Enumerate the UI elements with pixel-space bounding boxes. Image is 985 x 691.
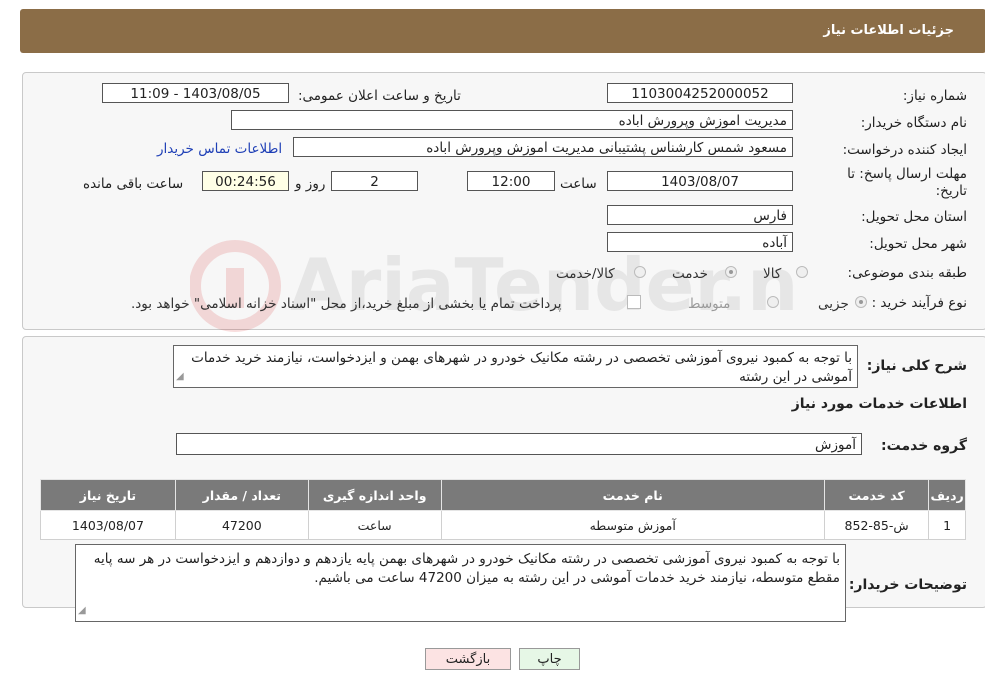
deadline-time-label: ساعت <box>560 176 597 192</box>
announce-datetime-field[interactable]: 1403/08/05 - 11:09 <box>102 83 289 103</box>
buyer-notes-label: توضیحات خریدار: <box>848 577 967 593</box>
summary-label: شرح کلی نیاز: <box>866 358 967 374</box>
page-header: جزئیات اطلاعات نیاز <box>20 9 985 53</box>
creator-field[interactable]: مسعود شمس کارشناس پشتیبانی مدیریت اموزش … <box>293 137 793 157</box>
province-label: استان محل تحویل: <box>861 209 967 225</box>
city-label: شهر محل تحویل: <box>869 236 967 252</box>
creator-label: ایجاد کننده درخواست: <box>842 142 967 158</box>
services-section-title: اطلاعات خدمات مورد نیاز <box>791 396 967 412</box>
city-field[interactable]: آباده <box>607 232 793 252</box>
process-medium-radio[interactable] <box>767 296 779 308</box>
time-remaining-field[interactable]: 00:24:56 <box>202 171 289 191</box>
category-label: طبقه بندی موضوعی: <box>847 265 967 281</box>
summary-textarea[interactable]: با توجه به کمبود نیروی آموزشی تخصصی در ر… <box>173 345 858 388</box>
resize-grip-icon[interactable]: ◢ <box>176 367 184 386</box>
category-service-label: خدمت <box>672 266 708 282</box>
cell-service-name: آموزش متوسطه <box>440 510 825 540</box>
cell-unit: ساعت <box>307 510 442 540</box>
col-header-quantity: تعداد / مقدار <box>174 479 309 511</box>
col-header-service-name: نام خدمت <box>440 479 825 511</box>
category-goods-service-radio[interactable] <box>634 266 646 278</box>
deadline-time-field[interactable]: 12:00 <box>467 171 555 191</box>
category-service-radio[interactable] <box>725 266 737 278</box>
buyer-notes-textarea[interactable]: با توجه به کمبود نیروی آموزشی تخصصی در ر… <box>75 544 846 622</box>
category-goods-label: کالا <box>763 266 782 282</box>
print-button[interactable]: چاپ <box>519 648 580 670</box>
buyer-contact-link[interactable]: اطلاعات تماس خریدار <box>157 141 282 157</box>
back-button[interactable]: بازگشت <box>425 648 511 670</box>
service-group-label: گروه خدمت: <box>881 438 967 454</box>
page-title: جزئیات اطلاعات نیاز <box>823 23 954 38</box>
need-number-field[interactable]: 1103004252000052 <box>607 83 793 103</box>
col-header-row-number: ردیف <box>928 479 966 511</box>
category-goods-radio[interactable] <box>796 266 808 278</box>
time-remaining-label: ساعت باقی مانده <box>83 176 184 192</box>
treasury-payment-note: پرداخت تمام یا بخشی از مبلغ خرید،از محل … <box>131 296 562 312</box>
deadline-label-line2: تاریخ: <box>935 183 967 199</box>
announce-datetime-label: تاریخ و ساعت اعلان عمومی: <box>298 88 461 104</box>
cell-service-code: ش-85-852 <box>823 510 930 540</box>
days-remaining-field[interactable]: 2 <box>331 171 418 191</box>
deadline-label-line1: مهلت ارسال پاسخ: تا <box>847 166 967 182</box>
col-header-unit: واحد اندازه گیری <box>307 479 442 511</box>
col-header-need-date: تاریخ نیاز <box>40 479 176 511</box>
table-header-row: ردیف کد خدمت نام خدمت واحد اندازه گیری ت… <box>40 479 966 511</box>
col-header-service-code: کد خدمت <box>823 479 930 511</box>
buyer-notes-text: با توجه به کمبود نیروی آموزشی تخصصی در ر… <box>93 551 840 586</box>
summary-text: با توجه به کمبود نیروی آموزشی تخصصی در ر… <box>191 350 852 385</box>
watermark-text: AriaTender.neT <box>290 243 800 327</box>
process-partial-radio[interactable] <box>855 296 867 308</box>
province-field[interactable]: فارس <box>607 205 793 225</box>
cell-need-date: 1403/08/07 <box>40 510 176 540</box>
process-medium-label: متوسط <box>688 296 731 312</box>
days-label: روز و <box>295 176 326 192</box>
table-row[interactable]: 1 ش-85-852 آموزش متوسطه ساعت 47200 1403/… <box>40 510 966 540</box>
service-group-field[interactable]: آموزش <box>176 433 862 455</box>
services-table: ردیف کد خدمت نام خدمت واحد اندازه گیری ت… <box>40 479 966 540</box>
process-type-label: نوع فرآیند خرید : <box>871 295 967 311</box>
deadline-date-field[interactable]: 1403/08/07 <box>607 171 793 191</box>
treasury-payment-checkbox[interactable] <box>627 295 641 309</box>
category-goods-service-label: کالا/خدمت <box>556 266 615 282</box>
cell-quantity: 47200 <box>174 510 309 540</box>
cell-row-number: 1 <box>928 510 966 540</box>
buyer-org-field[interactable]: مدیریت اموزش وپرورش اباده <box>231 110 793 130</box>
need-number-label: شماره نیاز: <box>902 88 967 104</box>
process-partial-label: جزیی <box>818 296 849 312</box>
buyer-org-label: نام دستگاه خریدار: <box>860 115 967 131</box>
resize-grip-icon[interactable]: ◢ <box>78 601 86 620</box>
